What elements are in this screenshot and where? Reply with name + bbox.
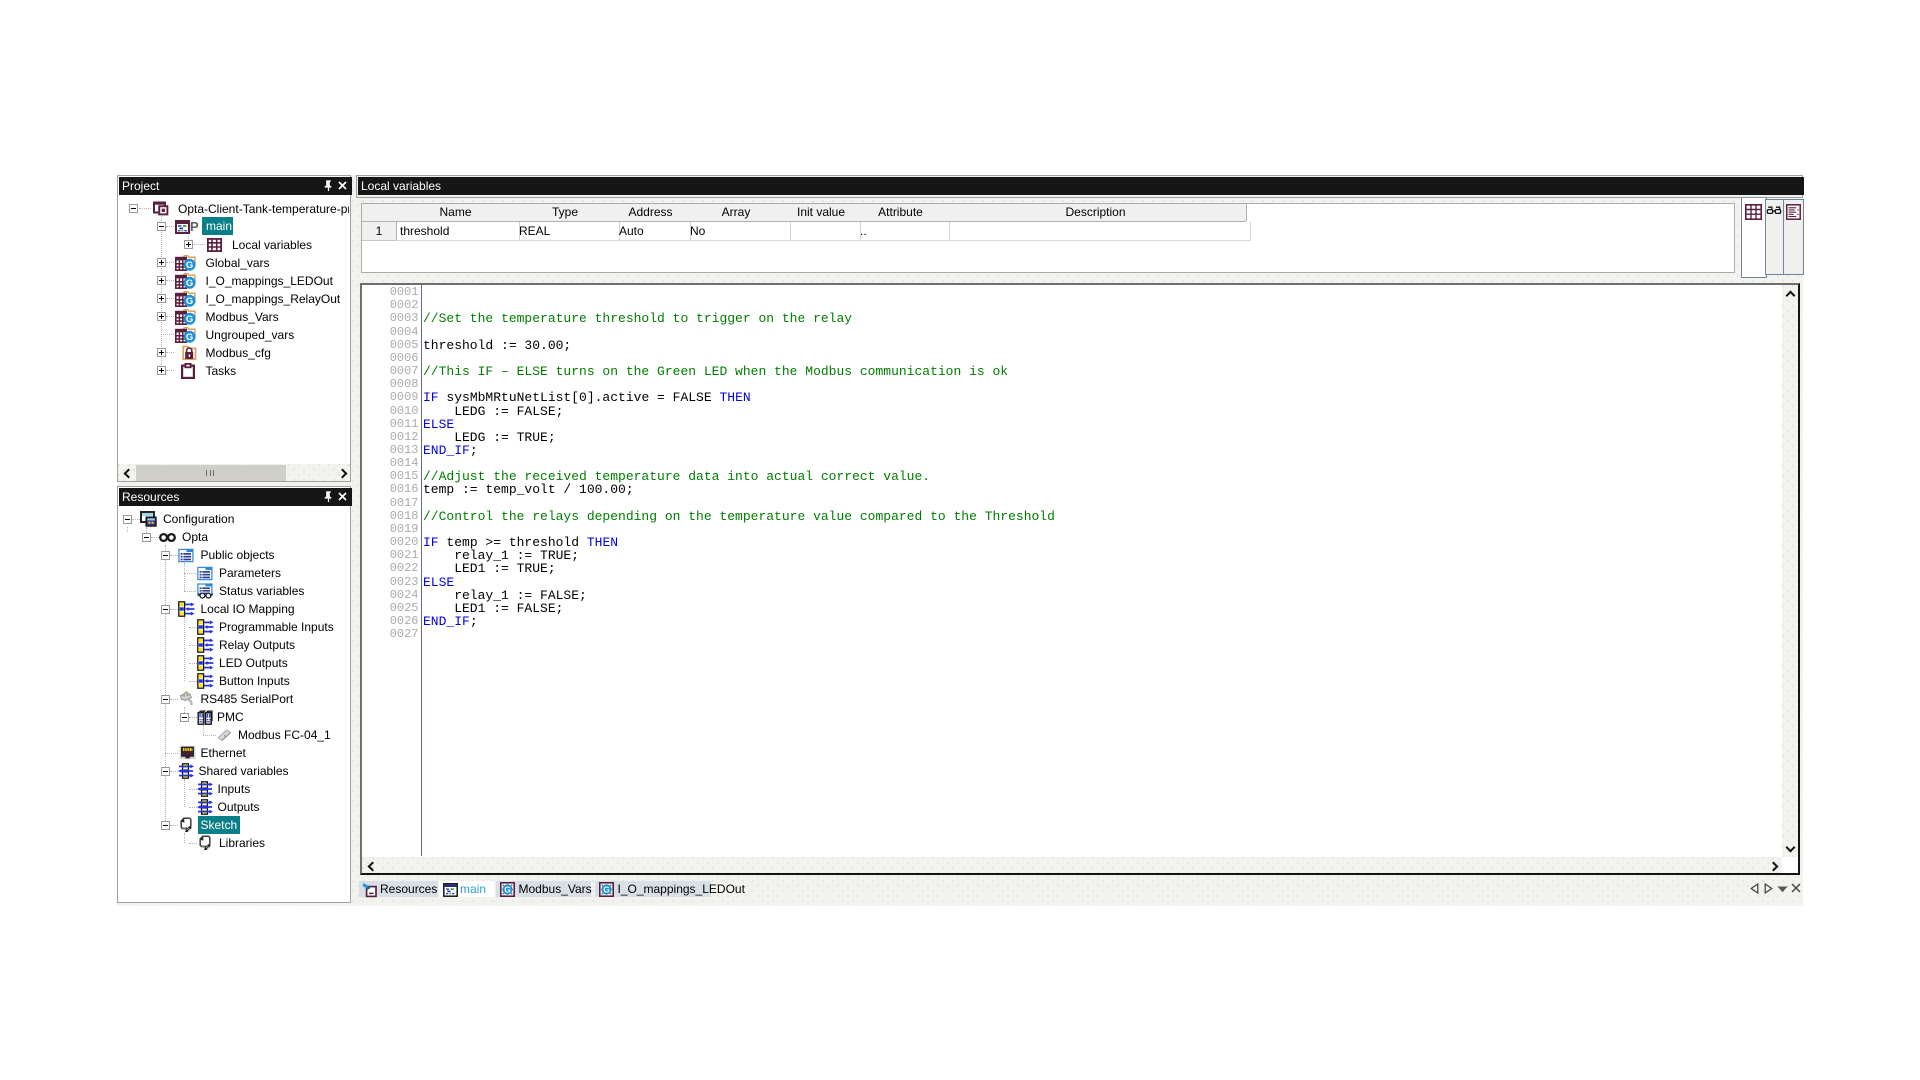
svg-text:G: G <box>186 278 193 289</box>
svg-text:G: G <box>603 884 610 894</box>
svg-text:G: G <box>186 260 193 271</box>
svg-text:G: G <box>504 884 511 894</box>
svg-text:G: G <box>186 296 193 307</box>
svg-text:G: G <box>186 314 193 325</box>
svg-text:G: G <box>186 332 193 343</box>
